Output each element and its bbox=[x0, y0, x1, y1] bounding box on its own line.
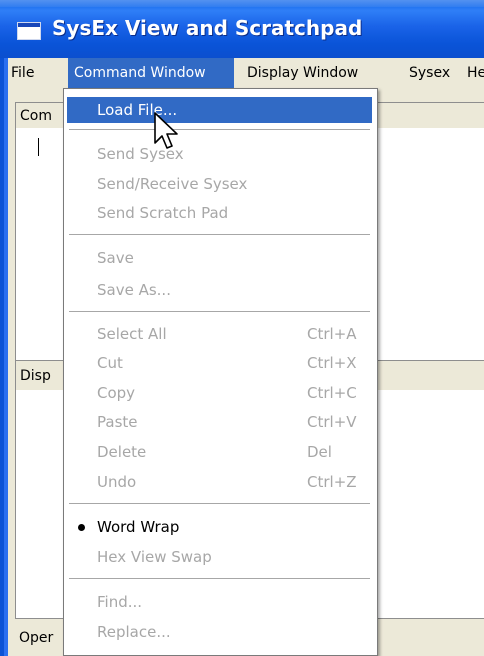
window-frame-left bbox=[0, 58, 8, 656]
menu-bar: File Command Window Display Window Sysex… bbox=[8, 58, 484, 88]
menu-item-hex-view-swap[interactable]: Hex View Swap bbox=[67, 544, 372, 570]
app-window: SysEx View and Scratchpad File Command W… bbox=[0, 0, 484, 656]
menu-item-label: Copy bbox=[97, 384, 136, 402]
menu-item-send-receive-sysex[interactable]: Send/Receive Sysex bbox=[67, 171, 372, 197]
menu-item-label: Send/Receive Sysex bbox=[97, 175, 248, 193]
text-caret bbox=[38, 138, 39, 156]
menu-item-shortcut: Ctrl+A bbox=[307, 325, 357, 343]
menu-item-label: Save bbox=[97, 249, 134, 267]
menu-help[interactable]: He bbox=[467, 58, 484, 88]
menu-file[interactable]: File bbox=[11, 58, 34, 88]
mouse-pointer-icon bbox=[154, 112, 178, 149]
menu-item-select-all[interactable]: Select All Ctrl+A bbox=[67, 321, 372, 347]
command-window-menu: Load File... Send Sysex Send/Receive Sys… bbox=[63, 88, 378, 656]
menu-separator bbox=[69, 129, 370, 131]
menu-item-shortcut: Ctrl+V bbox=[307, 413, 357, 431]
menu-item-label: Send Scratch Pad bbox=[97, 204, 229, 222]
menu-item-label: Hex View Swap bbox=[97, 548, 212, 566]
menu-separator bbox=[69, 311, 370, 313]
menu-separator bbox=[69, 503, 370, 505]
title-bar-highlight bbox=[0, 0, 484, 7]
menu-item-send-sysex[interactable]: Send Sysex bbox=[67, 141, 372, 167]
menu-item-label: Undo bbox=[97, 473, 137, 491]
title-bar[interactable]: SysEx View and Scratchpad bbox=[0, 0, 484, 58]
menu-item-shortcut: Ctrl+C bbox=[307, 384, 357, 402]
menu-item-shortcut: Ctrl+Z bbox=[307, 473, 357, 491]
menu-item-copy[interactable]: Copy Ctrl+C bbox=[67, 380, 372, 406]
menu-separator bbox=[69, 234, 370, 236]
menu-item-replace[interactable]: Replace... bbox=[67, 619, 372, 645]
menu-display-window[interactable]: Display Window bbox=[247, 58, 358, 88]
menu-item-undo[interactable]: Undo Ctrl+Z bbox=[67, 469, 372, 495]
menu-item-find[interactable]: Find... bbox=[67, 589, 372, 615]
menu-item-label: Cut bbox=[97, 354, 123, 372]
menu-item-word-wrap[interactable]: Word Wrap bbox=[67, 514, 372, 540]
menu-item-label: Select All bbox=[97, 325, 167, 343]
menu-item-send-scratch-pad[interactable]: Send Scratch Pad bbox=[67, 200, 372, 226]
menu-item-shortcut: Ctrl+X bbox=[307, 354, 357, 372]
menu-item-cut[interactable]: Cut Ctrl+X bbox=[67, 350, 372, 376]
menu-item-shortcut: Del bbox=[307, 443, 332, 461]
menu-item-label: Find... bbox=[97, 593, 143, 611]
menu-item-save[interactable]: Save bbox=[67, 245, 372, 271]
app-window-icon[interactable] bbox=[17, 22, 41, 40]
menu-sysex[interactable]: Sysex bbox=[409, 58, 450, 88]
menu-item-save-as[interactable]: Save As... bbox=[67, 277, 372, 303]
menu-item-label: Paste bbox=[97, 413, 138, 431]
menu-item-label: Word Wrap bbox=[97, 518, 180, 536]
menu-item-label: Save As... bbox=[97, 281, 171, 299]
menu-item-load-file[interactable]: Load File... bbox=[67, 97, 372, 123]
menu-separator bbox=[69, 578, 370, 580]
menu-command-window[interactable]: Command Window bbox=[68, 58, 234, 88]
menu-item-paste[interactable]: Paste Ctrl+V bbox=[67, 409, 372, 435]
menu-item-label: Replace... bbox=[97, 623, 171, 641]
window-title: SysEx View and Scratchpad bbox=[52, 16, 363, 40]
checked-bullet-icon bbox=[78, 524, 85, 531]
menu-item-delete[interactable]: Delete Del bbox=[67, 439, 372, 465]
menu-item-label: Delete bbox=[97, 443, 147, 461]
